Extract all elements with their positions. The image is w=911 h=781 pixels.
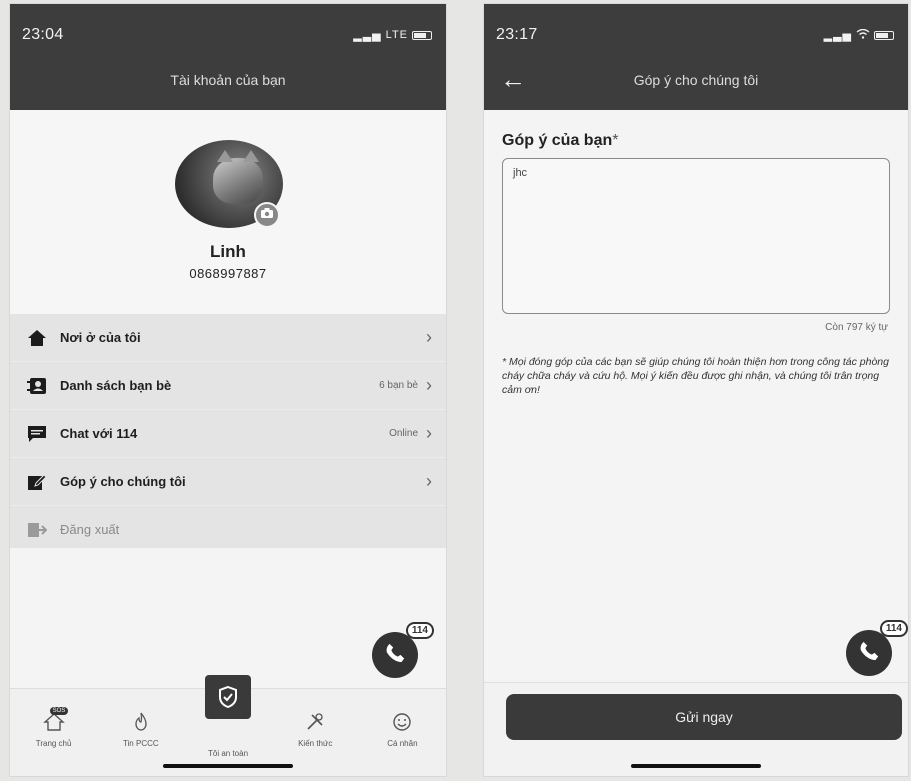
fire-icon bbox=[97, 711, 184, 733]
menu-item-feedback[interactable]: Góp ý cho chúng tôi › bbox=[10, 458, 446, 506]
required-mark: * bbox=[612, 132, 619, 149]
profile-section: Linh 0868997887 bbox=[10, 110, 446, 314]
menu-item-logout[interactable]: Đăng xuất bbox=[10, 506, 446, 554]
edit-icon bbox=[26, 471, 48, 493]
status-time: 23:04 bbox=[22, 26, 64, 43]
sos-badge: SOS bbox=[49, 707, 69, 715]
feedback-screen: 23:17 ▂▃▅ ← Góp ý cho chúng tôi Góp ý củ… bbox=[484, 4, 908, 776]
feedback-label-text: Góp ý của bạn bbox=[502, 132, 613, 149]
network-type: LTE bbox=[385, 29, 408, 41]
profile-phone: 0868997887 bbox=[189, 266, 267, 281]
feedback-note: * Mọi đóng góp của các bạn sẽ giúp chúng… bbox=[502, 356, 889, 397]
call-badge: 114 bbox=[879, 620, 908, 637]
tab-news[interactable]: Tin PCCC bbox=[97, 689, 184, 776]
tab-profile[interactable]: Cá nhân bbox=[359, 689, 446, 776]
phone-icon bbox=[858, 640, 880, 667]
call-114-button[interactable]: 114 bbox=[846, 620, 908, 676]
status-bar: 23:04 ▂▃▅ LTE bbox=[22, 26, 432, 44]
chevron-right-icon: › bbox=[426, 423, 432, 443]
tab-safe[interactable]: Tôi an toàn bbox=[184, 675, 271, 776]
chat-icon bbox=[26, 423, 48, 445]
call-badge: 114 bbox=[405, 622, 434, 639]
menu-item-label: Chat với 114 bbox=[60, 426, 138, 441]
header-bar: 23:17 ▂▃▅ ← Góp ý cho chúng tôi bbox=[484, 4, 908, 110]
account-menu: Nơi ở của tôi › Danh sách bạn bè 6 bạn b… bbox=[10, 314, 446, 554]
feedback-text-value: jhc bbox=[513, 167, 528, 179]
tab-label: Tin PCCC bbox=[122, 739, 159, 748]
phone-icon bbox=[384, 642, 406, 669]
page-title: Góp ý cho chúng tôi bbox=[633, 72, 759, 88]
wifi-icon bbox=[856, 28, 870, 42]
feedback-form: Góp ý của bạn* jhc Còn 797 ký tự * Mọi đ… bbox=[484, 110, 908, 398]
home-icon bbox=[26, 327, 48, 349]
tab-label: Trang chủ bbox=[35, 739, 72, 748]
chat-status: Online bbox=[389, 428, 418, 439]
tab-label: Cá nhân bbox=[387, 739, 418, 748]
shield-check-icon bbox=[205, 675, 251, 719]
menu-item-label: Góp ý cho chúng tôi bbox=[60, 474, 186, 489]
camera-icon[interactable] bbox=[254, 202, 280, 228]
contacts-icon bbox=[26, 375, 48, 397]
menu-item-chat[interactable]: Chat với 114 Online › bbox=[10, 410, 446, 458]
signal-bars-icon: ▂▃▅ bbox=[823, 29, 852, 42]
submit-button[interactable]: Gửi ngay bbox=[506, 694, 902, 740]
menu-item-label: Danh sách bạn bè bbox=[60, 378, 172, 393]
bottom-tabbar: SOS Trang chủ Tin PCCC Tôi an toàn Kiến … bbox=[10, 675, 446, 776]
profile-name: Linh bbox=[210, 242, 246, 261]
char-count: Còn 797 ký tự bbox=[825, 322, 888, 333]
status-bar: 23:17 ▂▃▅ bbox=[496, 26, 894, 44]
signal-indicator: ▂▃▅ bbox=[823, 28, 894, 42]
tab-knowledge[interactable]: Kiến thức bbox=[272, 689, 359, 776]
chevron-right-icon: › bbox=[426, 375, 432, 395]
chevron-right-icon: › bbox=[426, 471, 432, 491]
chevron-right-icon: › bbox=[426, 327, 432, 347]
home-indicator bbox=[631, 764, 761, 768]
tab-home[interactable]: SOS Trang chủ bbox=[10, 689, 97, 776]
menu-item-label: Nơi ở của tôi bbox=[60, 330, 141, 345]
menu-item-friends[interactable]: Danh sách bạn bè 6 bạn bè › bbox=[10, 362, 446, 410]
account-screen: 23:04 ▂▃▅ LTE Tài khoản của bạn Linh 086… bbox=[10, 4, 446, 776]
smiley-icon bbox=[359, 711, 446, 733]
friends-count: 6 bạn bè bbox=[379, 380, 418, 391]
signal-bars-icon: ▂▃▅ bbox=[353, 29, 382, 42]
battery-icon bbox=[412, 30, 432, 40]
logout-icon bbox=[26, 519, 48, 541]
header-bar: 23:04 ▂▃▅ LTE Tài khoản của bạn bbox=[10, 4, 446, 110]
menu-item-home[interactable]: Nơi ở của tôi › bbox=[10, 314, 446, 362]
feedback-label: Góp ý của bạn* bbox=[502, 132, 894, 150]
tools-icon bbox=[272, 711, 359, 733]
call-114-button[interactable]: 114 bbox=[372, 622, 434, 678]
tab-label: Tôi an toàn bbox=[207, 749, 249, 758]
battery-icon bbox=[874, 30, 894, 40]
home-indicator bbox=[163, 764, 293, 768]
feedback-textarea[interactable]: jhc bbox=[502, 158, 890, 314]
avatar-photo bbox=[213, 150, 263, 204]
signal-indicator: ▂▃▅ LTE bbox=[353, 29, 432, 42]
page-title: Tài khoản của bạn bbox=[170, 72, 286, 88]
menu-item-label: Đăng xuất bbox=[60, 522, 120, 537]
tab-label: Kiến thức bbox=[298, 739, 333, 748]
status-time: 23:17 bbox=[496, 26, 538, 43]
